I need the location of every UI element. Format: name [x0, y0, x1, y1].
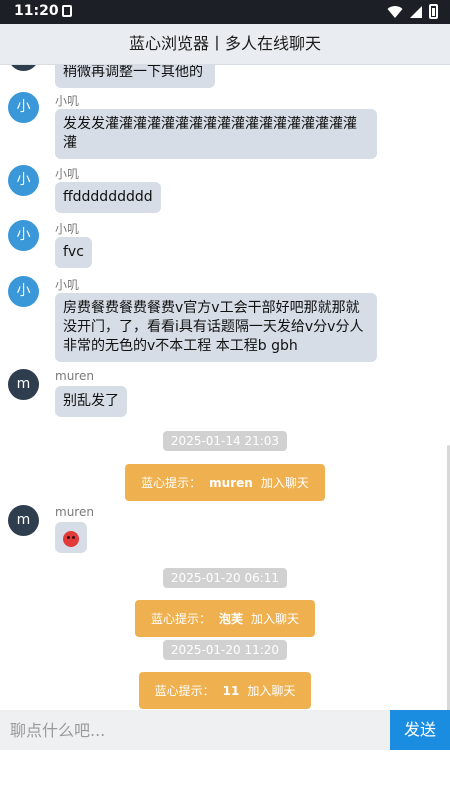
chat-message: m muren 别乱发了: [8, 369, 428, 419]
timestamp: 2025-01-20 11:20: [0, 639, 450, 660]
battery-icon: [429, 4, 438, 19]
chat-message: 稍微再调整一下其他的: [8, 65, 428, 88]
avatar[interactable]: m: [8, 369, 39, 400]
chat-message: m muren: [8, 505, 428, 560]
message-bubble: [55, 522, 87, 553]
angry-face-icon: [63, 531, 79, 547]
sender-name: 小叽: [55, 222, 80, 236]
chat-list[interactable]: 稍微再调整一下其他的 小 小叽 发发发灌灌灌灌灌灌灌灌灌灌灌灌灌灌灌灌灌灌灌 小…: [0, 65, 450, 710]
sender-name: 小叽: [55, 94, 80, 108]
avatar[interactable]: [8, 65, 39, 71]
message-input[interactable]: [0, 710, 390, 750]
status-time: 11:20: [14, 3, 59, 19]
notice-prefix: 蓝心提示：: [146, 677, 223, 704]
avatar[interactable]: 小: [8, 92, 39, 123]
sender-name: 小叽: [55, 167, 80, 181]
sender-name: 小叽: [55, 278, 80, 292]
avatar[interactable]: m: [8, 505, 39, 536]
timestamp-label: 2025-01-20 11:20: [162, 640, 288, 660]
avatar[interactable]: 小: [8, 276, 39, 307]
message-bubble: 稍微再调整一下其他的: [55, 65, 215, 88]
sender-name: muren: [55, 369, 94, 383]
page-title: 蓝心浏览器丨多人在线聊天: [0, 24, 450, 65]
system-notice: 蓝心提示： muren 加入聊天: [0, 464, 450, 501]
message-bubble: 别乱发了: [55, 386, 127, 417]
notice-prefix: 蓝心提示：: [142, 605, 219, 632]
message-bubble: fvc: [55, 237, 92, 268]
timestamp: 2025-01-14 21:03: [0, 430, 450, 451]
timestamp: 2025-01-20 06:11: [0, 567, 450, 588]
wifi-icon: [387, 5, 403, 18]
chat-message: 小 小叽 fvc: [8, 220, 428, 270]
notice-suffix: 加入聊天: [243, 605, 308, 632]
notice-suffix: 加入聊天: [239, 677, 304, 704]
notice-prefix: 蓝心提示：: [133, 469, 210, 496]
notice-username: 泡芙: [218, 612, 243, 626]
system-notice: 蓝心提示： 泡芙 加入聊天: [0, 600, 450, 637]
notification-icon: [62, 5, 72, 17]
system-notice: 蓝心提示： 11 加入聊天: [0, 672, 450, 709]
chat-message: 小 小叽 房费餐费餐费餐费v官方v工会干部好吧那就那就没开门，了，看看i具有话题…: [8, 276, 428, 366]
message-bubble: ffddddddddd: [55, 182, 161, 213]
cellular-signal-icon: [410, 5, 422, 18]
timestamp-label: 2025-01-20 06:11: [162, 568, 288, 588]
chat-message: 小 小叽 ffddddddddd: [8, 165, 428, 215]
input-bar: 发送: [0, 710, 450, 750]
message-bubble: 发发发灌灌灌灌灌灌灌灌灌灌灌灌灌灌灌灌灌灌灌: [55, 109, 377, 159]
notice-suffix: 加入聊天: [252, 469, 317, 496]
message-bubble: 房费餐费餐费餐费v官方v工会干部好吧那就那就没开门，了，看看i具有话题隔一天发给…: [55, 293, 377, 362]
sender-name: muren: [55, 505, 94, 519]
timestamp-label: 2025-01-14 21:03: [162, 431, 288, 451]
avatar[interactable]: 小: [8, 165, 39, 196]
notice-username: muren: [209, 476, 253, 490]
status-bar: 11:20: [0, 0, 450, 24]
notice-username: 11: [222, 684, 240, 698]
status-icons: [387, 4, 438, 19]
send-button[interactable]: 发送: [390, 710, 450, 750]
avatar[interactable]: 小: [8, 220, 39, 251]
chat-message: 小 小叽 发发发灌灌灌灌灌灌灌灌灌灌灌灌灌灌灌灌灌灌灌: [8, 92, 428, 162]
